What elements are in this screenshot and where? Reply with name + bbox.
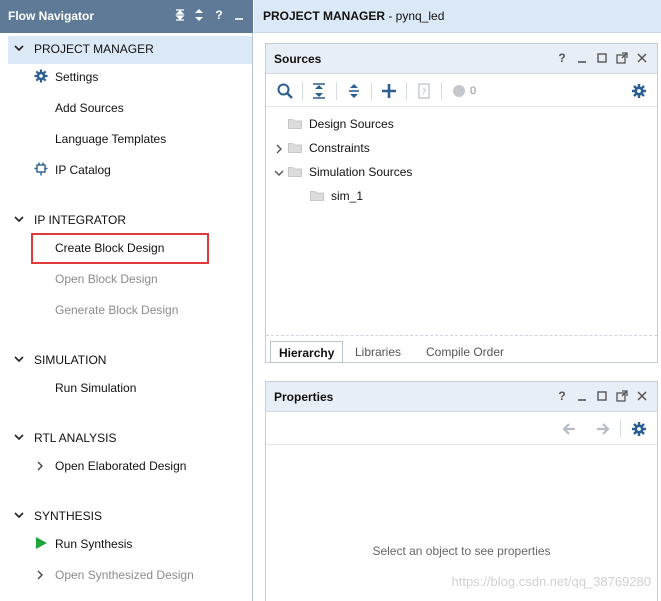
folder-icon <box>288 118 302 129</box>
nav-item-language-templates[interactable]: Language Templates <box>55 132 166 146</box>
help-icon[interactable]: ? <box>555 389 569 403</box>
gear-icon <box>34 69 48 83</box>
properties-placeholder: Select an object to see properties <box>372 544 551 558</box>
add-icon[interactable] <box>379 81 399 101</box>
close-icon[interactable] <box>635 51 649 65</box>
float-icon[interactable] <box>615 389 629 403</box>
section-synthesis[interactable]: SYNTHESIS <box>8 503 252 529</box>
flow-navigator: Flow Navigator ? PROJECT MANAGER Setting… <box>0 0 253 601</box>
maximize-icon[interactable] <box>595 51 609 65</box>
chevron-down-icon[interactable] <box>14 43 24 53</box>
toolbar-separator <box>302 82 303 100</box>
collapse-all-icon[interactable] <box>173 8 187 22</box>
minimize-icon[interactable] <box>575 389 589 403</box>
highlight-box <box>31 233 209 264</box>
chevron-down-icon[interactable] <box>14 510 24 520</box>
nav-item-run-synthesis[interactable]: Run Synthesis <box>55 537 132 551</box>
sort-icon[interactable] <box>192 8 206 22</box>
nav-item-generate-block-design[interactable]: Generate Block Design <box>55 303 178 317</box>
folder-icon <box>288 166 302 177</box>
toolbar-separator <box>441 82 442 100</box>
project-title: PROJECT MANAGER - pynq_led <box>263 9 444 23</box>
folder-icon <box>310 190 324 201</box>
section-rtl-analysis[interactable]: RTL ANALYSIS <box>8 425 252 451</box>
nav-item-run-simulation[interactable]: Run Simulation <box>55 381 136 395</box>
toolbar-separator <box>336 82 337 100</box>
section-ip-integrator[interactable]: IP INTEGRATOR <box>8 207 252 233</box>
plug-icon <box>34 162 48 176</box>
nav-item-open-block-design[interactable]: Open Block Design <box>55 272 158 286</box>
properties-title: Properties <box>274 390 334 404</box>
tab-libraries[interactable]: Libraries <box>347 341 409 363</box>
chevron-down-icon[interactable] <box>14 214 24 224</box>
tree-item-label: Design Sources <box>309 117 394 131</box>
section-simulation[interactable]: SIMULATION <box>8 347 252 373</box>
forward-arrow-icon[interactable] <box>593 419 613 439</box>
collapse-all-icon[interactable] <box>309 81 329 101</box>
properties-panel-header: Properties ? <box>266 382 657 412</box>
tab-compile-order[interactable]: Compile Order <box>418 341 512 363</box>
status-dot-icon <box>450 81 470 101</box>
sources-panel-header: Sources ? <box>266 44 657 74</box>
flow-navigator-header: Flow Navigator ? <box>0 0 253 33</box>
tab-hierarchy[interactable]: Hierarchy <box>270 341 344 363</box>
help-icon[interactable]: ? <box>555 51 569 65</box>
project-section: PROJECT MANAGER <box>263 9 386 23</box>
gear-icon[interactable] <box>629 419 649 439</box>
sources-panel: Sources ? ? 0 Design Sources Constraints… <box>265 43 658 363</box>
nav-item-open-synthesized-design[interactable]: Open Synthesized Design <box>55 568 194 582</box>
expand-all-icon[interactable] <box>344 81 364 101</box>
properties-panel: Properties ? Select an object to see pro… <box>265 381 658 601</box>
tree-item-label: sim_1 <box>331 189 364 203</box>
tree-item-label: Constraints <box>309 141 370 155</box>
float-icon[interactable] <box>615 51 629 65</box>
section-label: IP INTEGRATOR <box>34 213 127 227</box>
flow-navigator-title: Flow Navigator <box>8 9 95 23</box>
minimize-icon[interactable] <box>575 51 589 65</box>
folder-icon <box>288 142 302 153</box>
back-arrow-icon[interactable] <box>559 419 579 439</box>
project-name: - pynq_led <box>385 9 445 23</box>
chevron-right-icon[interactable] <box>275 144 283 157</box>
svg-text:?: ? <box>422 88 427 98</box>
play-icon <box>34 536 48 550</box>
sources-toolbar: ? 0 <box>266 75 657 107</box>
chevron-down-icon[interactable] <box>274 169 284 180</box>
chevron-right-icon[interactable] <box>36 570 44 583</box>
chevron-right-icon[interactable] <box>36 461 44 474</box>
section-label: RTL ANALYSIS <box>34 431 117 445</box>
tree-item-label: Simulation Sources <box>309 165 413 179</box>
section-label: PROJECT MANAGER <box>34 42 154 56</box>
help-icon[interactable]: ? <box>212 8 226 22</box>
maximize-icon[interactable] <box>595 389 609 403</box>
watermark: https://blog.csdn.net/qq_38769280 <box>451 574 652 589</box>
nav-item-open-elaborated-design[interactable]: Open Elaborated Design <box>55 459 186 473</box>
nav-item-ip-catalog[interactable]: IP Catalog <box>55 163 111 177</box>
toolbar-separator <box>620 420 621 438</box>
source-file-icon[interactable]: ? <box>414 81 434 101</box>
section-label: SYNTHESIS <box>34 509 103 523</box>
status-count: 0 <box>470 85 477 97</box>
sources-title: Sources <box>274 52 322 66</box>
nav-item-add-sources[interactable]: Add Sources <box>55 101 124 115</box>
gear-icon[interactable] <box>629 81 649 101</box>
toolbar-separator <box>371 82 372 100</box>
project-header: PROJECT MANAGER - pynq_led <box>254 0 661 33</box>
toolbar-separator <box>406 82 407 100</box>
nav-item-settings[interactable]: Settings <box>55 70 98 84</box>
chevron-down-icon[interactable] <box>14 432 24 442</box>
section-project-manager[interactable]: PROJECT MANAGER <box>8 36 252 64</box>
chevron-down-icon[interactable] <box>14 354 24 364</box>
sources-tabs: Hierarchy Libraries Compile Order <box>266 335 657 365</box>
section-label: SIMULATION <box>34 353 107 367</box>
properties-toolbar <box>266 413 657 445</box>
minimize-icon[interactable] <box>232 8 246 22</box>
search-icon[interactable] <box>275 81 295 101</box>
close-icon[interactable] <box>635 389 649 403</box>
